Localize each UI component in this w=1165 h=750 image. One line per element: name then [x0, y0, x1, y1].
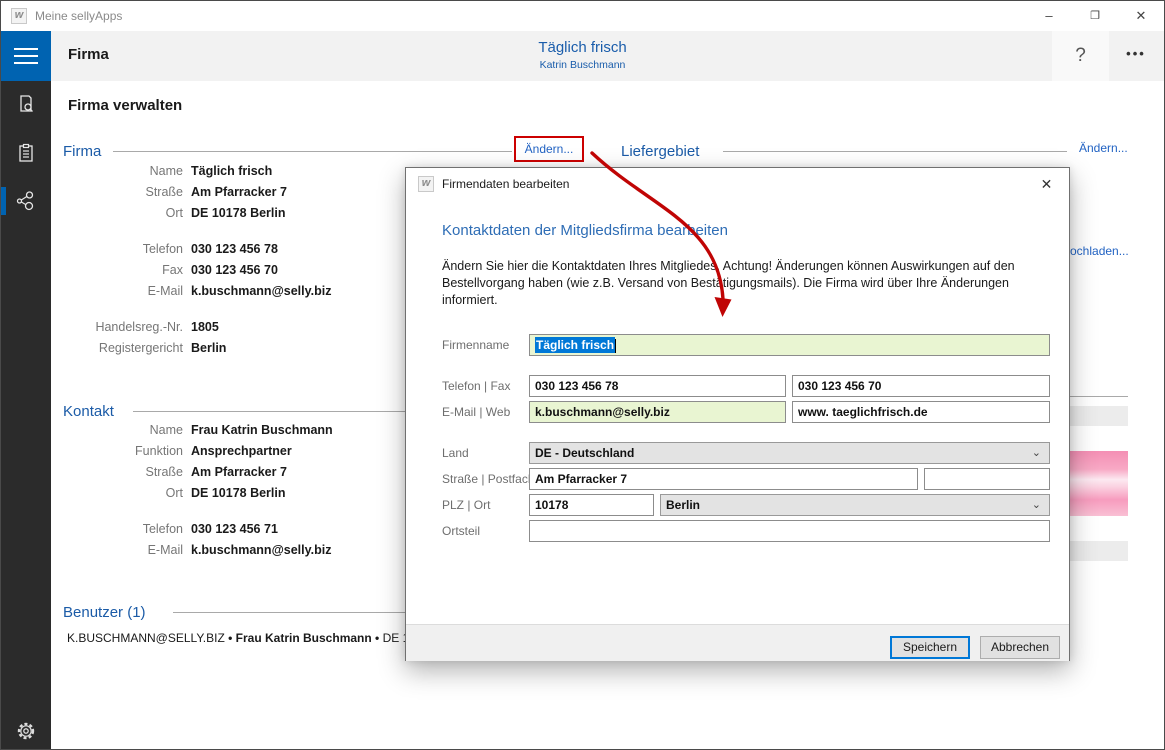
- cancel-button[interactable]: Abbrechen: [980, 636, 1060, 659]
- divider: [113, 151, 512, 152]
- save-button[interactable]: Speichern: [890, 636, 970, 659]
- company-logo-image: [1070, 451, 1128, 516]
- form-row-email-web: E-Mail | Web: [406, 401, 1069, 423]
- user-email: K.BUSCHMANN@SELLY.BIZ: [67, 631, 225, 645]
- divider: [723, 151, 1067, 152]
- more-options-button[interactable]: •••: [1116, 31, 1156, 81]
- form-row-land: Land DE - Deutschland ⌄: [406, 442, 1069, 464]
- subheader-title: Firma verwalten: [68, 97, 182, 114]
- user-list-item[interactable]: K.BUSCHMANN@SELLY.BIZ • Frau Katrin Busc…: [67, 631, 405, 645]
- app-header: Firma Täglich frisch Katrin Buschmann ? …: [1, 31, 1164, 81]
- form-row-plz-ort: PLZ | Ort Berlin ⌄: [406, 494, 1069, 516]
- app-window: w Meine sellyApps – ❐ ✕ Firma Täglich fr…: [0, 0, 1165, 750]
- section-heading-liefergebiet: Liefergebiet: [621, 143, 699, 160]
- form-row-firmenname: Firmenname Täglich frisch: [406, 334, 1069, 356]
- gear-icon: [14, 719, 38, 743]
- maximize-button[interactable]: ❐: [1072, 1, 1118, 31]
- firmenname-input[interactable]: Täglich frisch: [529, 334, 1050, 356]
- liefergebiet-aendern-link[interactable]: Ändern...: [1079, 141, 1128, 155]
- dialog-close-button[interactable]: ✕: [1024, 168, 1069, 200]
- postfach-input[interactable]: [924, 468, 1050, 490]
- clipboard-icon: [15, 142, 37, 164]
- divider: [1070, 396, 1128, 397]
- app-logo-icon: w: [11, 8, 27, 24]
- share-network-icon: [14, 189, 38, 213]
- strasse-input[interactable]: [529, 468, 918, 490]
- email-input[interactable]: [529, 401, 786, 423]
- dialog-app-icon: w: [418, 176, 434, 192]
- titlebar: w Meine sellyApps – ❐ ✕: [1, 1, 1164, 31]
- window-title: Meine sellyApps: [35, 9, 122, 23]
- dialog-titlebar: w Firmendaten bearbeiten ✕: [406, 168, 1069, 200]
- chevron-down-icon: ⌄: [1032, 495, 1041, 515]
- form-row-telefon-fax: Telefon | Fax: [406, 375, 1069, 397]
- ortsteil-input[interactable]: [529, 520, 1050, 542]
- ort-dropdown[interactable]: Berlin ⌄: [660, 494, 1050, 516]
- plz-input[interactable]: [529, 494, 654, 516]
- land-dropdown[interactable]: DE - Deutschland ⌄: [529, 442, 1050, 464]
- sidebar: [1, 81, 51, 750]
- divider: [173, 612, 405, 613]
- header-company-name: Täglich frisch: [1, 38, 1164, 58]
- minimize-button[interactable]: –: [1026, 1, 1072, 31]
- user-location-partial: DE 1017: [383, 631, 405, 645]
- annotation-red-box: Ändern...: [514, 136, 584, 162]
- help-button[interactable]: ?: [1052, 31, 1109, 81]
- sidebar-item-settings[interactable]: [1, 713, 51, 749]
- section-heading-firma: Firma: [63, 143, 101, 160]
- header-company-block: Täglich frisch Katrin Buschmann: [1, 38, 1164, 72]
- form-row-ortsteil: Ortsteil: [406, 520, 1069, 542]
- covered-ui-bar: [1070, 406, 1128, 426]
- firma-aendern-link[interactable]: Ändern...: [525, 142, 574, 156]
- company-search-icon: [15, 93, 37, 115]
- user-name: Frau Katrin Buschmann: [236, 631, 372, 645]
- text-caret: [615, 339, 616, 353]
- dialog-title: Firmendaten bearbeiten: [442, 177, 569, 191]
- sidebar-item-network[interactable]: [1, 183, 51, 219]
- sidebar-item-orders[interactable]: [1, 135, 51, 171]
- edit-company-dialog: w Firmendaten bearbeiten ✕ Kontaktdaten …: [405, 167, 1070, 661]
- web-input[interactable]: [792, 401, 1050, 423]
- sidebar-item-company-search[interactable]: [1, 86, 51, 122]
- telefon-input[interactable]: [529, 375, 786, 397]
- fax-input[interactable]: [792, 375, 1050, 397]
- dialog-description: Ändern Sie hier die Kontaktdaten Ihres M…: [442, 258, 1056, 309]
- divider: [133, 411, 405, 412]
- covered-ui-bar: [1070, 541, 1128, 561]
- section-heading-kontakt: Kontakt: [63, 403, 114, 420]
- dialog-heading: Kontaktdaten der Mitgliedsfirma bearbeit…: [442, 222, 728, 239]
- dialog-footer: Speichern Abbrechen: [406, 624, 1069, 661]
- form-row-strasse-postfach: Straße | Postfach: [406, 468, 1069, 490]
- logo-upload-link-partial[interactable]: ochladen...: [1070, 244, 1129, 258]
- section-heading-benutzer: Benutzer (1): [63, 604, 146, 621]
- chevron-down-icon: ⌄: [1032, 443, 1041, 463]
- selected-text: Täglich frisch: [535, 337, 615, 353]
- close-button[interactable]: ✕: [1118, 1, 1164, 31]
- header-user-name: Katrin Buschmann: [1, 58, 1164, 72]
